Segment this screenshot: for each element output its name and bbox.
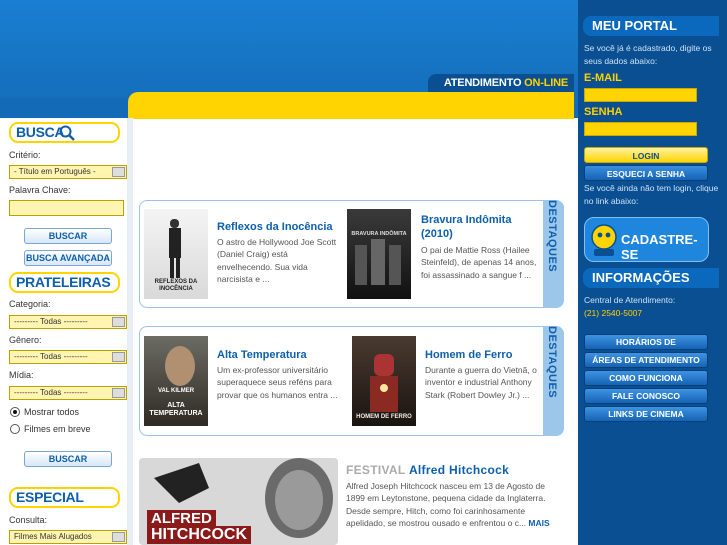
right-sidebar: MEU PORTAL Se você já é cadastrado, digi…	[578, 0, 727, 545]
festival-text: Alfred Joseph Hitchcock nasceu em 13 de …	[346, 480, 558, 529]
header-strip	[0, 98, 128, 118]
genero-label: Gênero:	[9, 335, 42, 345]
poster-armor-icon	[370, 354, 398, 412]
poster-bravura[interactable]: BRAVURA INDÔMITA	[347, 209, 411, 299]
dropdown-arrow-icon	[112, 317, 125, 327]
dropdown-arrow-icon	[112, 532, 125, 542]
festival-title[interactable]: FESTIVAL Alfred Hitchcock	[346, 463, 509, 477]
festival-more-link[interactable]: MAIS	[528, 518, 549, 528]
poster-alta-actor: VAL KILMER	[157, 388, 195, 394]
movie-desc-2: O pai de Mattie Ross (Hailee Steinfeld),…	[421, 245, 537, 280]
meu-portal-header: MEU PORTAL	[583, 16, 719, 36]
mostrar-todos-label: Mostrar todos	[24, 407, 80, 417]
criterio-select[interactable]: - Título em Português -	[9, 165, 127, 179]
dropdown-arrow-icon	[112, 352, 125, 362]
festival-body: Alfred Joseph Hitchcock nasceu em 13 de …	[346, 481, 546, 528]
movie-title-2[interactable]: Bravura Indômita (2010)	[421, 213, 539, 241]
categoria-value: --------- Todas ---------	[14, 317, 88, 326]
left-sidebar	[0, 118, 133, 545]
nav-horarios-button[interactable]: HORÁRIOS DE ATENDIMENTO	[584, 334, 708, 362]
midia-label: Mídia:	[9, 370, 34, 380]
atendimento-label: ATENDIMENTO	[443, 77, 522, 89]
consulta-select[interactable]: Filmes Mais Alugados	[9, 530, 127, 544]
central-label: Central de Atendimento:	[584, 295, 676, 305]
filmes-em-breve-label: Filmes em breve	[24, 424, 91, 434]
magnifier-icon	[59, 125, 75, 141]
cadastre-se-button[interactable]: CADASTRE-SE	[584, 217, 709, 262]
genero-select[interactable]: --------- Todas ---------	[9, 350, 127, 364]
criterio-value: - Título em Português -	[14, 167, 96, 176]
poster-homem-title: HOMEM DE FERRO	[356, 414, 412, 420]
central-phone: (21) 2540-5007	[584, 308, 643, 318]
midia-select[interactable]: --------- Todas ---------	[9, 386, 127, 400]
email-field[interactable]	[584, 88, 697, 102]
movie-title-4[interactable]: Homem de Ferro	[425, 348, 512, 362]
movie-title-3[interactable]: Alta Temperatura	[217, 348, 307, 362]
buscar-button[interactable]: BUSCAR	[24, 228, 112, 244]
palavra-chave-input[interactable]	[9, 200, 124, 216]
consulta-value: Filmes Mais Alugados	[14, 532, 92, 541]
cadastro-hint: Se você ainda não tem login, clique no l…	[584, 183, 719, 206]
genero-value: --------- Todas ---------	[14, 352, 88, 361]
nav-areas-button[interactable]: ÁREAS DE ATENDIMENTO	[584, 352, 708, 368]
dropdown-arrow-icon	[112, 167, 125, 177]
email-label: E-MAIL	[584, 72, 622, 84]
busca-avancada-button[interactable]: BUSCA AVANÇADA	[24, 250, 112, 266]
hitchcock-banner-line2: HITCHCOCK	[147, 526, 251, 544]
login-button[interactable]: LOGIN	[584, 147, 708, 163]
movie-desc-1: O astro de Hollywood Joe Scott (Daniel C…	[217, 237, 337, 284]
portal-intro: Se você já é cadastrado, digite os seus …	[584, 43, 712, 66]
radio-unchecked-icon	[10, 424, 20, 434]
palavra-chave-label: Palavra Chave:	[9, 185, 71, 195]
busca-title: BUSCA	[16, 124, 65, 140]
mostrar-todos-radio[interactable]: Mostrar todos	[10, 407, 79, 417]
prateleiras-buscar-button[interactable]: BUSCAR	[24, 451, 112, 467]
informacoes-header: INFORMAÇÕES	[583, 268, 719, 288]
senha-label: SENHA	[584, 106, 623, 118]
page: ATENDIMENTO ON-LINE BUSCA Critério: - Tí…	[0, 0, 727, 545]
poster-bravura-title: BRAVURA INDÔMITA	[351, 231, 407, 237]
midia-value: --------- Todas ---------	[14, 388, 88, 397]
poster-reflexos-title: REFLEXOS DA INOCÊNCIA	[154, 279, 198, 292]
festival-prefix: FESTIVAL	[346, 463, 406, 477]
busca-header: BUSCA	[9, 122, 120, 143]
criterio-label: Critério:	[9, 150, 41, 160]
especial-header: ESPECIAL	[9, 487, 120, 508]
nav-como-funciona-button[interactable]: COMO FUNCIONA	[584, 370, 708, 386]
categoria-select[interactable]: --------- Todas ---------	[9, 315, 127, 329]
atendimento-online-tab[interactable]: ATENDIMENTO ON-LINE	[428, 74, 574, 92]
destaques-tab[interactable]: DESTAQUES	[543, 200, 564, 308]
movie-desc-3: Um ex-professor universitário superaquec…	[217, 365, 338, 400]
nav-links-cinema-button[interactable]: LINKS DE CINEMA	[584, 406, 708, 422]
hitchcock-banner[interactable]: ALFRED HITCHCOCK	[139, 458, 338, 545]
movie-title-1[interactable]: Reflexos da Inocência	[217, 220, 333, 234]
movie-desc-4: Durante a guerra do Vietnã, o inventor e…	[425, 365, 537, 400]
categoria-label: Categoria:	[9, 299, 51, 309]
hitchcock-banner-line1: ALFRED	[147, 510, 216, 527]
nav-fale-conosco-button[interactable]: FALE CONOSCO	[584, 388, 708, 404]
radio-checked-icon	[10, 407, 20, 417]
poster-alta-temperatura[interactable]: VAL KILMER ALTA TEMPERATURA	[144, 336, 208, 426]
filmes-em-breve-radio[interactable]: Filmes em breve	[10, 424, 91, 434]
online-label: ON-LINE	[524, 77, 568, 89]
senha-field[interactable]	[584, 122, 697, 136]
prateleiras-header: PRATELEIRAS	[9, 272, 120, 293]
destaques-tab[interactable]: DESTAQUES	[543, 326, 564, 436]
dropdown-arrow-icon	[112, 388, 125, 398]
esqueci-senha-button[interactable]: ESQUECI A SENHA	[584, 165, 708, 181]
festival-name: Alfred Hitchcock	[408, 463, 510, 477]
consulta-label: Consulta:	[9, 515, 48, 525]
poster-figures-icon	[355, 239, 401, 285]
poster-homem-de-ferro[interactable]: HOMEM DE FERRO	[352, 336, 416, 426]
header-yellow-band	[128, 92, 574, 119]
poster-alta-title: ALTA TEMPERATURA	[149, 402, 203, 417]
cadastre-se-label: CADASTRE-SE	[621, 232, 698, 262]
poster-reflexos[interactable]: REFLEXOS DA INOCÊNCIA	[144, 209, 208, 299]
mascot-icon	[591, 224, 617, 256]
